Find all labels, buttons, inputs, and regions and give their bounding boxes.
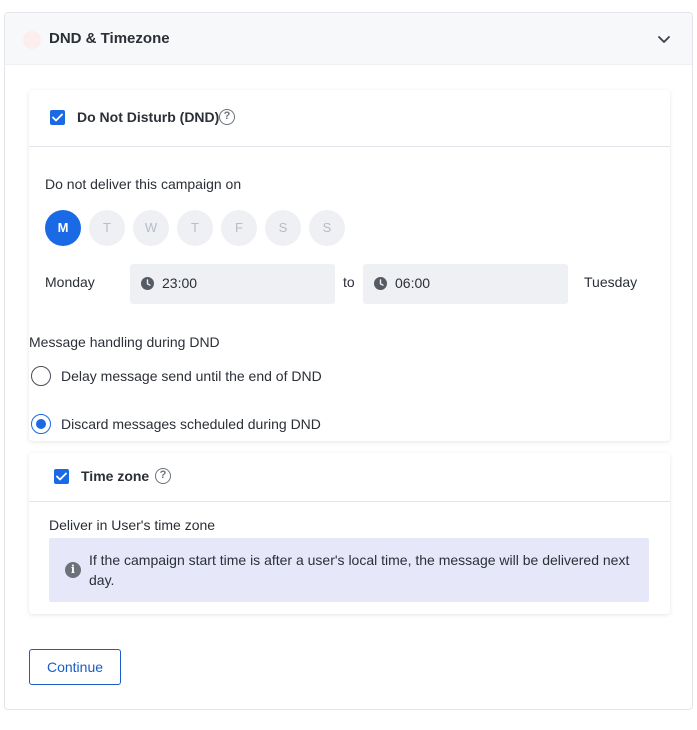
timezone-info-box: i If the campaign start time is after a …: [49, 538, 649, 602]
day-sunday-button[interactable]: S: [309, 210, 345, 246]
dnd-help-icon[interactable]: ?: [219, 109, 235, 125]
check-icon: [56, 472, 67, 481]
timezone-title: Time zone: [81, 468, 150, 484]
end-time-value: 06:00: [395, 275, 431, 291]
clock-icon: [374, 277, 387, 290]
day-monday-button[interactable]: M: [45, 210, 81, 246]
day-saturday-button[interactable]: S: [265, 210, 301, 246]
dnd-checkbox[interactable]: [50, 110, 65, 125]
timezone-card-header: Time zone ?: [29, 453, 670, 502]
end-time-input[interactable]: 06:00: [363, 264, 568, 304]
section-title: DND & Timezone: [49, 30, 170, 47]
chevron-down-icon[interactable]: [656, 31, 672, 47]
discard-message-label[interactable]: Discard messages scheduled during DND: [61, 416, 321, 432]
delay-message-radio[interactable]: [31, 366, 51, 386]
start-time-value: 23:00: [162, 275, 198, 291]
to-label: to: [343, 274, 355, 290]
dnd-timezone-panel: DND & Timezone Do Not Disturb (DND) ? Do…: [4, 12, 693, 710]
dnd-days-label: Do not deliver this campaign on: [45, 176, 242, 192]
dnd-title: Do Not Disturb (DND): [77, 109, 220, 125]
dnd-card: Do Not Disturb (DND) ? Do not deliver th…: [29, 90, 670, 441]
discard-message-radio[interactable]: [31, 414, 51, 434]
continue-button[interactable]: Continue: [29, 649, 121, 685]
start-time-input[interactable]: 23:00: [130, 264, 335, 304]
section-status-icon: [23, 31, 41, 49]
clock-icon: [141, 277, 154, 290]
delay-message-label[interactable]: Delay message send until the end of DND: [61, 368, 322, 384]
timezone-card: Time zone ? Deliver in User's time zone …: [29, 453, 670, 614]
deliver-timezone-label: Deliver in User's time zone: [49, 517, 216, 533]
section-header[interactable]: DND & Timezone: [5, 13, 692, 65]
start-day-label: Monday: [45, 274, 95, 290]
day-friday-button[interactable]: F: [221, 210, 257, 246]
timezone-checkbox[interactable]: [54, 469, 69, 484]
check-icon: [52, 113, 63, 122]
dnd-card-header: Do Not Disturb (DND) ?: [29, 90, 670, 147]
info-icon: i: [65, 562, 81, 578]
day-wednesday-button[interactable]: W: [133, 210, 169, 246]
dnd-handling-label: Message handling during DND: [29, 334, 220, 350]
timezone-info-text: If the campaign start time is after a us…: [89, 552, 630, 588]
day-tuesday-button[interactable]: T: [89, 210, 125, 246]
timezone-help-icon[interactable]: ?: [155, 468, 171, 484]
end-day-label: Tuesday: [584, 274, 638, 290]
day-thursday-button[interactable]: T: [177, 210, 213, 246]
